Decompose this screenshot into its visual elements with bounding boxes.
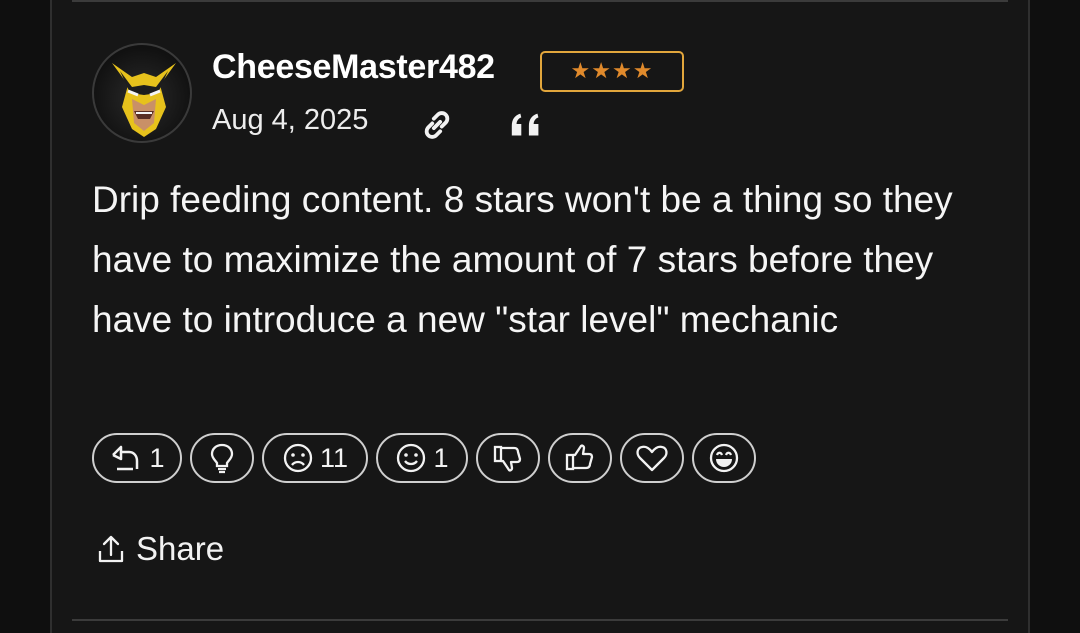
smile-face-icon [397, 443, 426, 473]
reply-arrow-icon [112, 445, 139, 471]
thumbs-up-icon [565, 444, 594, 471]
rank-badge: ★★★★ [540, 51, 684, 92]
post-date: Aug 4, 2025 [212, 104, 369, 136]
page: CheeseMaster482 ★★★★ Aug 4, 2025 Drip fe… [0, 0, 1080, 633]
reaction-bar: 1 11 1 [92, 433, 756, 483]
lightbulb-icon [210, 443, 234, 474]
heart-icon [636, 445, 668, 472]
reaction-lightbulb[interactable] [190, 433, 254, 483]
reaction-laugh[interactable] [692, 433, 756, 483]
reaction-thumbs-down[interactable] [476, 433, 540, 483]
link-icon[interactable] [418, 106, 456, 144]
reaction-sad-count: 11 [319, 442, 349, 473]
reaction-thumbs-up[interactable] [548, 433, 612, 483]
wolverine-avatar [112, 63, 176, 137]
quote-icon[interactable] [508, 110, 546, 140]
sad-face-icon [283, 443, 313, 473]
reaction-sad[interactable]: 11 [262, 433, 368, 483]
user-avatar[interactable] [92, 43, 192, 143]
bottom-divider [72, 619, 1008, 621]
reaction-smile[interactable]: 1 [376, 433, 468, 483]
comment-body: Drip feeding content. 8 stars won't be a… [92, 179, 953, 340]
share-button[interactable]: Share [96, 530, 224, 568]
reaction-heart[interactable] [620, 433, 684, 483]
share-upload-icon [98, 535, 124, 563]
share-label: Share [136, 530, 225, 567]
thumbs-down-icon [493, 445, 522, 472]
reaction-reply[interactable]: 1 [92, 433, 182, 483]
username[interactable]: CheeseMaster482 [212, 48, 495, 87]
reaction-smile-count: 1 [433, 442, 449, 473]
top-divider [72, 0, 1008, 2]
laugh-face-icon [709, 443, 739, 473]
reaction-reply-count: 1 [149, 442, 165, 473]
